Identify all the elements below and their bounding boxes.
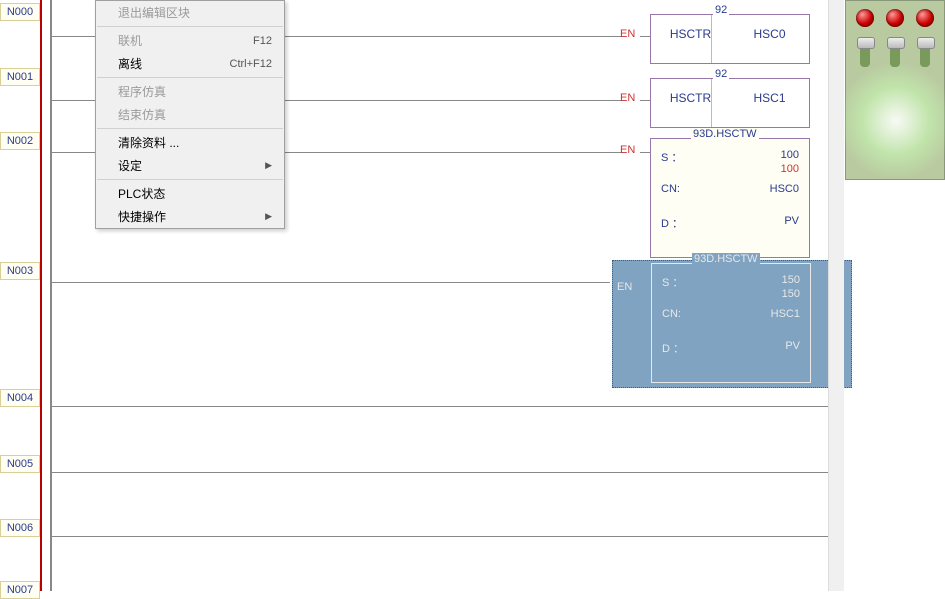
power-rail (50, 0, 52, 591)
led-indicator (886, 9, 904, 27)
menu-item-settings[interactable]: 设定▶ (96, 154, 284, 177)
submenu-arrow-icon: ▶ (265, 160, 272, 171)
menu-separator (97, 26, 283, 27)
rung-wire[interactable] (52, 472, 832, 473)
instruction-box-hsctr[interactable]: 92 HSCTR HSC1 (650, 78, 810, 128)
en-label: EN (620, 28, 635, 40)
context-menu: 退出编辑区块 联机F12 离线Ctrl+F12 程序仿真 结束仿真 清除资料 .… (95, 0, 285, 229)
rung-wire[interactable] (640, 152, 650, 153)
en-label: EN (620, 92, 635, 104)
menu-item-end-simulate: 结束仿真 (96, 103, 284, 126)
instruction-number: 92 (713, 4, 729, 16)
rung-label: N001 (0, 68, 40, 86)
param-value: 150 (782, 274, 800, 286)
instruction-number: 92 (713, 68, 729, 80)
rung-label: N002 (0, 132, 40, 150)
simulator-panel (845, 0, 945, 180)
toggle-switch[interactable] (886, 37, 904, 67)
param-value: PV (784, 215, 799, 227)
led-indicator (856, 9, 874, 27)
instruction-number: 93D.HSCTW (692, 253, 760, 265)
en-label: EN (617, 281, 632, 293)
rung-label: N003 (0, 262, 40, 280)
instruction-number: 93D.HSCTW (691, 128, 759, 140)
menu-item-clear-data[interactable]: 清除资料 ... (96, 131, 284, 154)
menu-separator (97, 128, 283, 129)
led-indicator (916, 9, 934, 27)
menu-item-online: 联机F12 (96, 29, 284, 52)
menu-item-exit-edit: 退出编辑区块 (96, 1, 284, 24)
rung-label: N007 (0, 581, 40, 599)
toggle-switch[interactable] (916, 37, 934, 67)
menu-separator (97, 179, 283, 180)
instruction-param: HSC0 (730, 27, 809, 41)
param-value: 100 (781, 149, 799, 161)
param-value: PV (785, 340, 800, 352)
param-key: D ： (661, 215, 683, 231)
param-key: D ： (662, 340, 684, 356)
menu-separator (97, 77, 283, 78)
rung-wire[interactable] (52, 406, 832, 407)
param-value-alt: 150 (782, 288, 800, 300)
rung-label: N000 (0, 3, 40, 21)
instruction-op: HSCTR (651, 91, 730, 105)
rung-label: N005 (0, 455, 40, 473)
menu-item-plc-status[interactable]: PLC状态 (96, 182, 284, 205)
rung-gutter: N000 N001 N002 N003 N004 N005 N006 N007 (0, 0, 42, 591)
instruction-box-hsctw[interactable]: 93D.HSCTW S ：100 100 CN:HSC0 D ：PV (650, 138, 810, 258)
param-key: CN: (661, 183, 680, 195)
menu-item-offline[interactable]: 离线Ctrl+F12 (96, 52, 284, 75)
rung-wire[interactable] (640, 36, 650, 37)
rung-label: N004 (0, 389, 40, 407)
instruction-param: HSC1 (730, 91, 809, 105)
rung-wire[interactable] (52, 536, 832, 537)
param-value: HSC1 (771, 308, 800, 320)
panel-glow (836, 61, 945, 181)
rung-wire[interactable] (52, 282, 610, 283)
vertical-scrollbar[interactable] (828, 0, 844, 591)
param-value: HSC0 (770, 183, 799, 195)
toggle-switch[interactable] (856, 37, 874, 67)
param-key: CN: (662, 308, 681, 320)
rung-label: N006 (0, 519, 40, 537)
instruction-box-hsctr[interactable]: 92 HSCTR HSC0 (650, 14, 810, 64)
submenu-arrow-icon: ▶ (265, 211, 272, 222)
menu-item-quick-ops[interactable]: 快捷操作▶ (96, 205, 284, 228)
instruction-box-hsctw-selected[interactable]: EN 93D.HSCTW S ：150 150 CN:HSC1 D ：PV (612, 260, 852, 388)
instruction-op: HSCTR (651, 27, 730, 41)
param-value-alt: 100 (781, 163, 799, 175)
menu-item-simulate: 程序仿真 (96, 80, 284, 103)
rung-wire[interactable] (640, 100, 650, 101)
en-label: EN (620, 144, 635, 156)
